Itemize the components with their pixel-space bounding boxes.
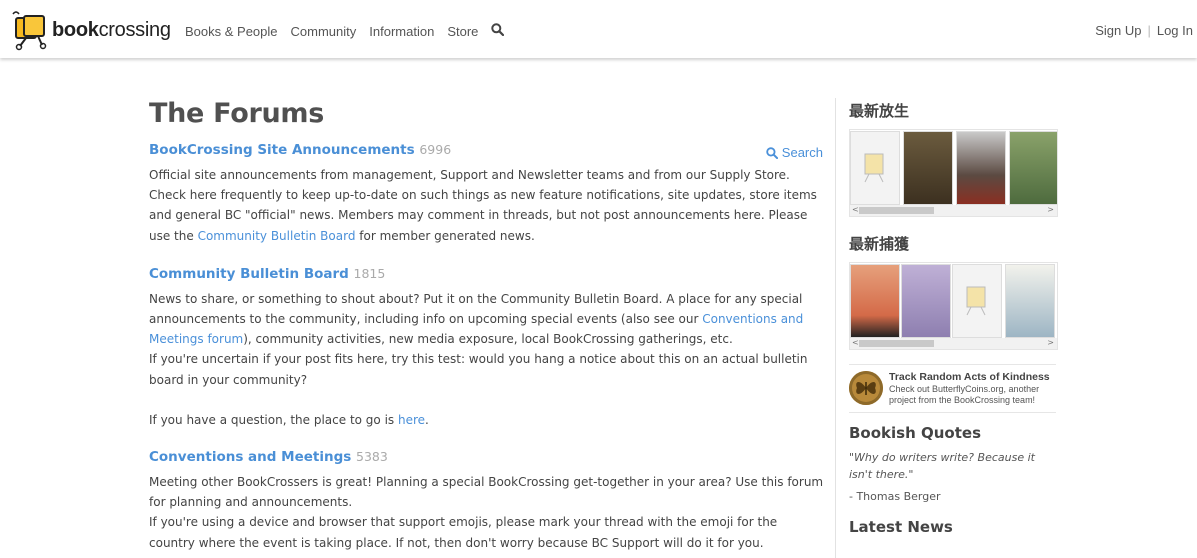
rak-title[interactable]: Track Random Acts of Kindness: [889, 371, 1057, 382]
logo[interactable]: bookcrossing: [10, 8, 171, 52]
forum-count: 5383: [356, 449, 388, 465]
scroll-right-arrow[interactable]: >: [1047, 338, 1054, 347]
nav-community[interactable]: Community: [291, 24, 357, 39]
latest-news-heading: Latest News: [849, 518, 953, 536]
latest-released-heading: 最新放生: [849, 102, 910, 120]
question-here-link[interactable]: here: [398, 413, 425, 427]
butterfly-coin-icon: [849, 371, 883, 405]
quote-text: "Why do writers write? Because it isn't …: [849, 451, 1035, 481]
auth-separator: |: [1147, 23, 1151, 38]
scroll-left-arrow[interactable]: <: [852, 205, 859, 214]
latest-caught-carousel[interactable]: < >: [849, 262, 1058, 350]
top-navbar: bookcrossing Books & People Community In…: [0, 0, 1197, 58]
forum-count: 1815: [353, 265, 386, 281]
divider: [849, 412, 1056, 413]
rak-description: Check out ButterflyCoins.org, another pr…: [889, 383, 1040, 405]
book-cover-placeholder[interactable]: [850, 131, 900, 205]
forums-main: The Forums Search BookCrossing Site Anno…: [149, 98, 825, 553]
forum-description: If you have a question, the place to go …: [149, 412, 429, 427]
auth-links: Sign Up | Log In: [1095, 23, 1193, 38]
signup-link[interactable]: Sign Up: [1095, 23, 1141, 38]
book-cover[interactable]: [1009, 131, 1057, 205]
latest-caught-heading: 最新捕獲: [849, 235, 910, 253]
scroll-left-arrow[interactable]: <: [852, 338, 859, 347]
forum-title[interactable]: Community Bulletin Board 1815: [149, 266, 825, 282]
search-icon: [766, 146, 778, 159]
scroll-thumb[interactable]: [859, 207, 934, 214]
logo-book-icon: [10, 8, 54, 52]
logo-text: bookcrossing: [52, 18, 171, 41]
forum-count: 6996: [419, 142, 452, 157]
quote-author: - Thomas Berger: [849, 490, 941, 503]
bookish-quotes-heading: Bookish Quotes: [849, 424, 981, 442]
nav-books-people[interactable]: Books & People: [185, 24, 278, 39]
scroll-right-arrow[interactable]: >: [1047, 205, 1054, 214]
book-cover[interactable]: [901, 264, 951, 338]
forum-community-bulletin: Community Bulletin Board 1815 News to sh…: [149, 266, 825, 430]
page-title: The Forums: [149, 98, 324, 129]
forum-description: If you're uncertain if your post fits he…: [149, 352, 808, 387]
search-icon[interactable]: [491, 23, 505, 40]
latest-released-carousel[interactable]: < >: [849, 129, 1058, 217]
carousel-scrollbar[interactable]: < >: [850, 205, 1057, 216]
forum-description: If you're using a device and browser tha…: [149, 515, 778, 550]
book-cover[interactable]: [956, 131, 1006, 205]
book-cover[interactable]: [1005, 264, 1055, 338]
login-link[interactable]: Log In: [1157, 23, 1193, 38]
forum-title[interactable]: BookCrossing Site Announcements 6996: [149, 142, 825, 158]
nav-store[interactable]: Store: [447, 24, 478, 39]
nav-information[interactable]: Information: [369, 24, 434, 39]
forum-description: News to share, or something to shout abo…: [149, 291, 804, 347]
forum-conventions-meetings: Conventions and Meetings 5383 Meeting ot…: [149, 449, 825, 553]
forum-search-link[interactable]: Search: [766, 145, 823, 160]
forum-title[interactable]: Conventions and Meetings 5383: [149, 449, 825, 465]
rak-text: Track Random Acts of Kindness Check out …: [889, 371, 1057, 405]
scroll-thumb[interactable]: [859, 340, 934, 347]
sidebar-divider: [835, 98, 836, 558]
search-label: Search: [781, 145, 823, 160]
forum-site-announcements: BookCrossing Site Announcements 6996 Off…: [149, 142, 825, 246]
community-bulletin-link[interactable]: Community Bulletin Board: [198, 229, 356, 243]
book-cover-placeholder[interactable]: [952, 264, 1002, 338]
forum-description: Official site announcements from managem…: [149, 168, 817, 243]
book-cover[interactable]: [850, 264, 900, 338]
divider: [849, 364, 1056, 365]
sidebar: 最新放生 < > 最新捕獲 < > Track Random Acts of K…: [849, 100, 1058, 536]
book-cover[interactable]: [903, 131, 953, 205]
rak-promo[interactable]: Track Random Acts of Kindness Check out …: [849, 371, 1057, 405]
forum-description: Meeting other BookCrossers is great! Pla…: [149, 475, 824, 510]
carousel-scrollbar[interactable]: < >: [850, 338, 1057, 349]
main-nav: Books & People Community Information Sto…: [185, 23, 505, 40]
